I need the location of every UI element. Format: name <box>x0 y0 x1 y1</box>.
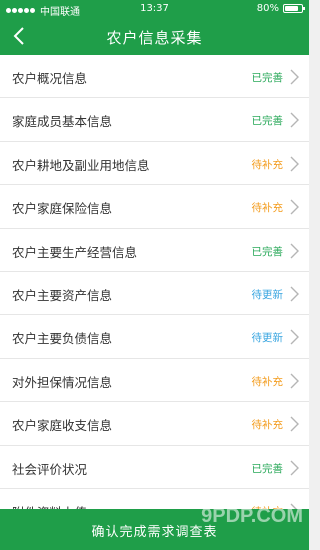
list-item-label: 农户主要生产经营信息 <box>12 244 138 260</box>
list-item[interactable]: 农户主要负债信息 待更新 <box>0 315 309 359</box>
status-badge: 待补充 <box>251 375 284 388</box>
list-item-label: 社会评价状况 <box>12 461 88 477</box>
status-badge: 已完善 <box>251 115 284 128</box>
list-item-label: 农户家庭保险信息 <box>12 201 113 217</box>
list-item[interactable]: 社会评价状况 已完善 <box>0 446 309 489</box>
chevron-right-icon <box>290 199 299 215</box>
confirm-button[interactable]: 确认完成需求调查表 <box>0 509 309 550</box>
chevron-right-icon <box>290 69 299 85</box>
status-badge: 已完善 <box>251 72 284 84</box>
list-item[interactable]: 农户家庭保险信息 待补充 <box>0 185 309 229</box>
battery-icon <box>283 4 305 13</box>
list-item[interactable]: 农户主要生产经营信息 已完善 <box>0 229 309 272</box>
chevron-right-icon <box>290 156 299 172</box>
chevron-right-icon <box>290 286 299 302</box>
list-item-label: 农户耕地及副业用地信息 <box>12 157 150 173</box>
status-badge: 待更新 <box>251 288 284 301</box>
chevron-right-icon <box>290 243 299 259</box>
chevron-right-icon <box>290 329 299 345</box>
status-badge: 已完善 <box>251 462 284 475</box>
status-badge: 待更新 <box>251 332 284 345</box>
list-item[interactable]: 农户家庭收支信息 待补充 <box>0 402 309 446</box>
app-header: 中国联通 13:37 80% 农户信息采集 <box>0 0 309 55</box>
list-item[interactable]: 农户主要资产信息 待更新 <box>0 272 309 316</box>
status-bar: 中国联通 13:37 80% <box>0 0 309 18</box>
nav-bar: 农户信息采集 <box>0 18 309 54</box>
status-badge: 待补充 <box>251 419 284 432</box>
confirm-button-label: 确认完成需求调查表 <box>91 525 218 540</box>
list-item[interactable]: 农户耕地及副业用地信息 待补充 <box>0 142 309 186</box>
page-title: 农户信息采集 <box>106 29 203 47</box>
list-item-label: 农户主要资产信息 <box>12 287 113 303</box>
list-item-label: 农户主要负债信息 <box>12 331 113 347</box>
chevron-right-icon <box>290 416 299 432</box>
list-item[interactable]: 家庭成员基本信息 已完善 <box>0 98 309 142</box>
list-item-label: 农户概况信息 <box>12 71 88 86</box>
chevron-right-icon <box>290 112 299 128</box>
list-item-label: 家庭成员基本信息 <box>12 114 113 130</box>
list-item-label: 对外担保情况信息 <box>12 374 113 390</box>
status-bar-right: 80% <box>256 3 305 14</box>
list-item-label: 农户家庭收支信息 <box>12 418 113 434</box>
chevron-right-icon <box>290 460 299 476</box>
list-item[interactable]: 农户概况信息 已完善 <box>0 55 309 99</box>
battery-percent: 80% <box>256 3 279 14</box>
chevron-right-icon <box>290 373 299 389</box>
list-item[interactable]: 对外担保情况信息 待补充 <box>0 359 309 403</box>
status-badge: 待补充 <box>251 158 284 171</box>
status-badge: 已完善 <box>251 245 284 258</box>
status-badge: 待补充 <box>251 202 284 215</box>
info-list: 农户概况信息 已完善 家庭成员基本信息 已完善 农户耕地及副业用地信息 待补充 农户家庭保险… <box>0 55 309 533</box>
